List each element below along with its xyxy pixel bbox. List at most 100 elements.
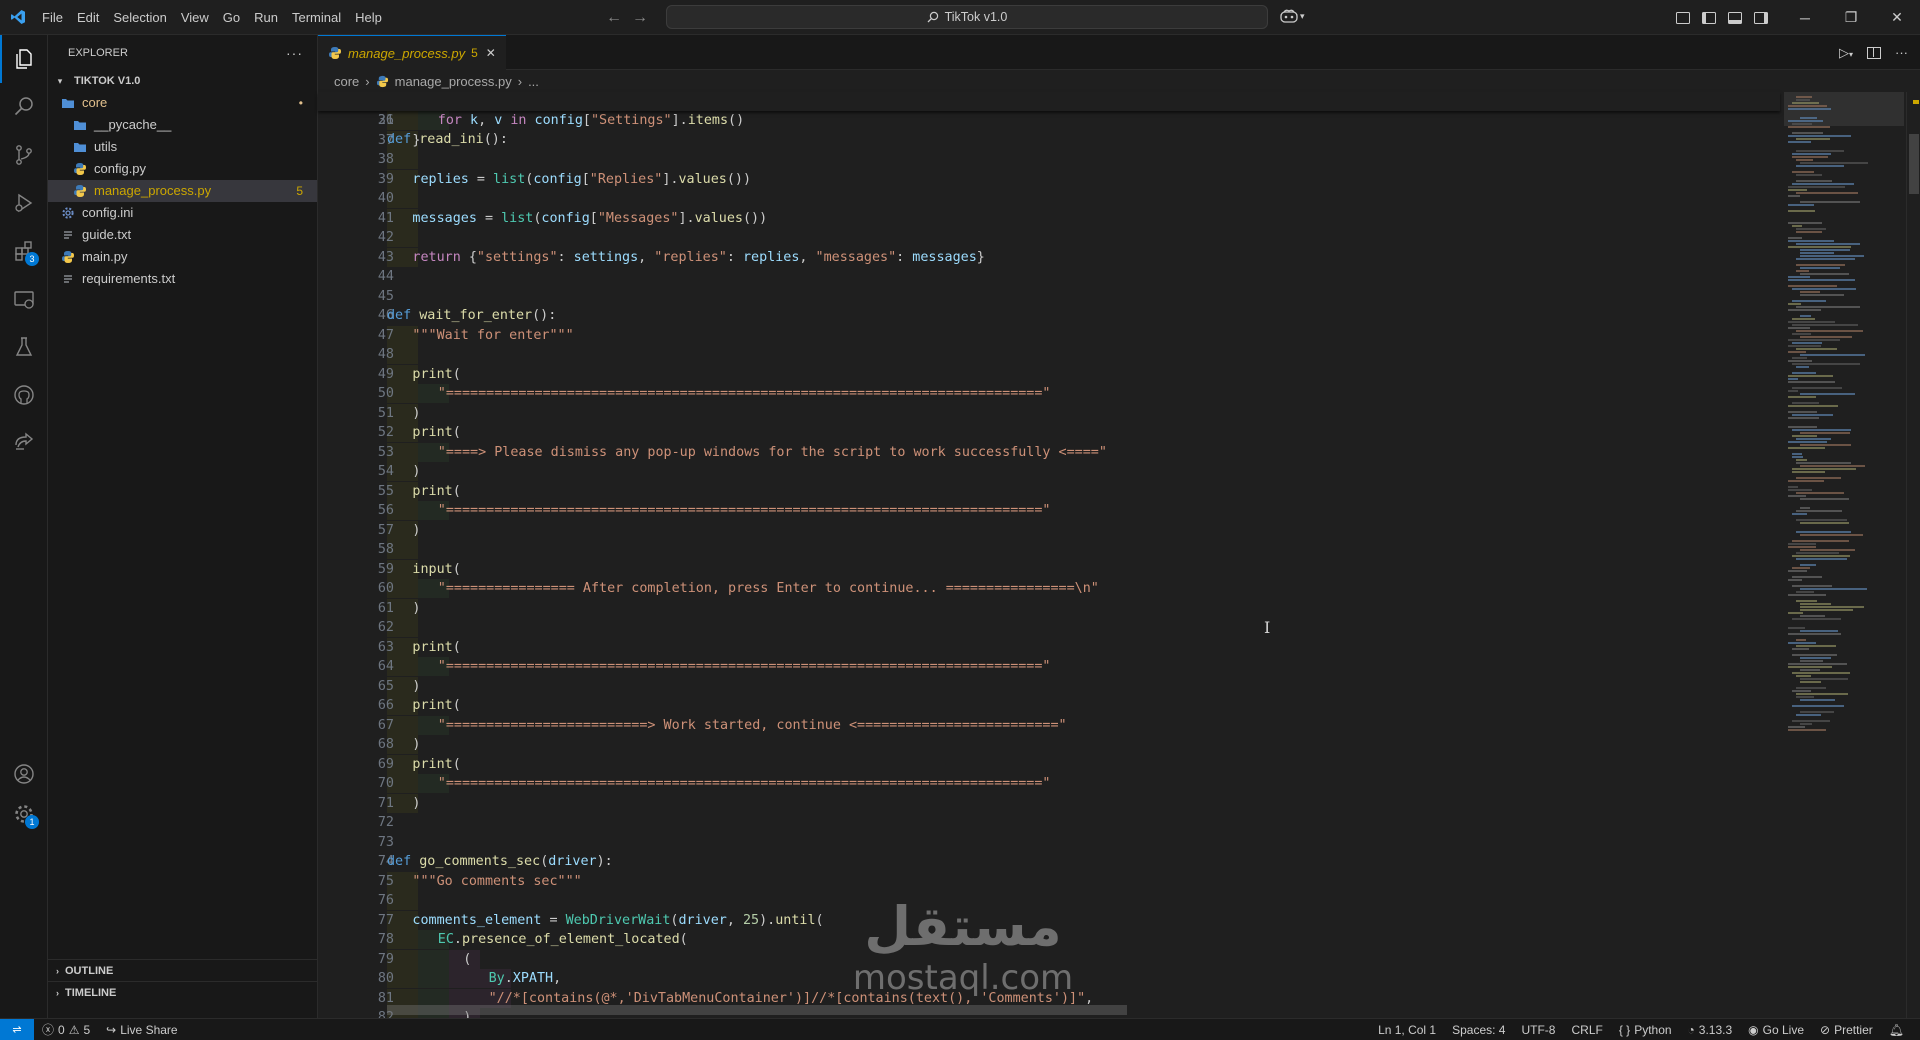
activity-run-debug[interactable] xyxy=(0,179,48,227)
back-arrow-icon[interactable]: ← xyxy=(606,9,622,27)
code-text: """Wait for enter""" xyxy=(412,327,574,343)
menu-go[interactable]: Go xyxy=(216,0,247,35)
python-file-icon xyxy=(376,75,388,87)
editor-actions: ▷▾ ··· xyxy=(1839,35,1908,70)
code-text: """Go comments sec""" xyxy=(412,873,582,889)
minimap-line xyxy=(1792,576,1822,578)
minimap-line xyxy=(1788,642,1816,644)
minimap-line xyxy=(1792,225,1802,227)
activity-remote-explorer[interactable] xyxy=(0,275,48,323)
code-text: return {"settings": settings, "replies":… xyxy=(412,249,985,265)
code-line: 37} xyxy=(318,130,1780,150)
activity-testing[interactable] xyxy=(0,323,48,371)
live-share-icon: ↪ xyxy=(106,1022,117,1037)
menu-run[interactable]: Run xyxy=(247,0,285,35)
close-tab-icon[interactable]: ✕ xyxy=(486,46,496,60)
activity-live-share[interactable] xyxy=(0,419,48,467)
search-icon xyxy=(927,11,938,23)
minimize-icon[interactable]: ─ xyxy=(1782,0,1828,35)
activity-search[interactable] xyxy=(0,83,48,131)
menu-view[interactable]: View xyxy=(174,0,216,35)
code-line: 39 replies = list(config["Replies"].value… xyxy=(318,169,1780,189)
code-text: "=========================> Work started… xyxy=(437,717,1067,733)
code-text: for k, v in config["Settings"].items() xyxy=(437,113,745,128)
vertical-scrollbar[interactable] xyxy=(1906,92,1920,1018)
copilot-button[interactable]: ▾ xyxy=(1280,9,1305,23)
menu-selection[interactable]: Selection xyxy=(106,0,173,35)
breadcrumb-symbol[interactable]: ... xyxy=(528,74,539,89)
tree-file[interactable]: main.py xyxy=(48,246,317,268)
more-actions-icon[interactable]: ··· xyxy=(286,45,303,61)
activity-manage[interactable]: 1 xyxy=(0,790,48,838)
menu-help[interactable]: Help xyxy=(348,0,389,35)
menu-file[interactable]: File xyxy=(35,0,70,35)
split-editor-icon[interactable] xyxy=(1867,46,1881,59)
minimap-line xyxy=(1792,672,1850,674)
cursor-position[interactable]: Ln 1, Col 1 xyxy=(1370,1019,1444,1040)
close-icon[interactable]: ✕ xyxy=(1874,0,1920,35)
outline-section[interactable]: › OUTLINE xyxy=(48,959,318,981)
activity-explorer[interactable] xyxy=(0,35,48,83)
code-text: "=======================================… xyxy=(437,659,1051,674)
notifications-bell-icon[interactable]: 🔔︎ xyxy=(1881,1019,1912,1040)
minimap-line xyxy=(1796,192,1858,194)
tab-manage-process[interactable]: manage_process.py 5 ✕ xyxy=(318,35,506,70)
tree-file[interactable]: requirements.txt xyxy=(48,268,317,290)
more-actions-icon[interactable]: ··· xyxy=(1895,45,1908,60)
toggle-primary-sidebar-icon[interactable] xyxy=(1702,11,1716,24)
python-interpreter[interactable]: ◔ 3.13.3 xyxy=(1680,1019,1741,1040)
menu-edit[interactable]: Edit xyxy=(70,0,106,35)
run-python-file-icon[interactable]: ▷▾ xyxy=(1839,45,1853,61)
activity-github[interactable] xyxy=(0,371,48,419)
project-folder-header[interactable]: ▾ TIKTOK V1.0 xyxy=(48,70,317,92)
go-live-button[interactable]: ◉ Go Live xyxy=(1740,1019,1812,1040)
github-icon xyxy=(14,385,34,405)
minimap-line xyxy=(1788,543,1816,545)
tree-item-label: guide.txt xyxy=(82,227,132,242)
restore-icon[interactable]: ❐ xyxy=(1828,0,1874,35)
minimap-line xyxy=(1800,201,1860,203)
forward-arrow-icon[interactable]: → xyxy=(632,9,648,27)
tree-file[interactable]: config.py xyxy=(48,158,317,180)
minimap-line xyxy=(1800,252,1834,254)
menu-terminal[interactable]: Terminal xyxy=(285,0,348,35)
breadcrumb-folder[interactable]: core xyxy=(334,74,359,89)
minimap-line xyxy=(1796,138,1830,140)
minimap-line xyxy=(1788,375,1833,377)
customize-layout-icon[interactable] xyxy=(1676,11,1690,24)
chevron-right-icon: › xyxy=(56,987,59,998)
sticky-scroll-header[interactable]: 21 def read_ini(): xyxy=(318,92,1780,147)
code-text: ) xyxy=(412,600,421,616)
tree-file[interactable]: config.ini xyxy=(48,202,317,224)
command-center-search[interactable]: TikTok v1.0 xyxy=(666,5,1268,29)
tree-file[interactable]: guide.txt xyxy=(48,224,317,246)
tree-file[interactable]: manage_process.py 5 xyxy=(48,180,317,202)
prettier-status[interactable]: ⊘ Prettier xyxy=(1812,1019,1881,1040)
folder-icon xyxy=(60,95,76,111)
toggle-secondary-sidebar-icon[interactable] xyxy=(1754,11,1768,24)
problems-indicator[interactable]: ⓧ 0 ⚠ 5 xyxy=(34,1019,98,1040)
line-number: 70 xyxy=(377,776,394,791)
tree-item-label: __pycache__ xyxy=(94,117,172,132)
breadcrumb-file[interactable]: manage_process.py xyxy=(395,74,512,89)
timeline-section[interactable]: › TIMELINE xyxy=(48,981,318,1003)
minimap-line xyxy=(1800,393,1855,395)
encoding[interactable]: UTF-8 xyxy=(1513,1019,1563,1040)
scrollbar-thumb[interactable] xyxy=(1909,134,1919,194)
minimap-line xyxy=(1788,279,1855,281)
minimap[interactable] xyxy=(1784,92,1904,1018)
remote-indicator[interactable]: ⇌ xyxy=(0,1018,34,1040)
toggle-panel-icon[interactable] xyxy=(1728,11,1742,24)
live-share-status[interactable]: ↪ Live Share xyxy=(98,1019,185,1040)
code-editor[interactable]: 36 for k, v in config["Settings"].items()… xyxy=(318,92,1780,1018)
tree-folder[interactable]: core • xyxy=(48,92,317,114)
explorer-header: EXPLORER ··· xyxy=(48,35,317,70)
activity-extensions[interactable]: 3 xyxy=(0,227,48,275)
minimap-line xyxy=(1796,366,1809,368)
tree-folder[interactable]: utils xyxy=(48,136,317,158)
language-mode[interactable]: { } Python xyxy=(1611,1019,1680,1040)
indentation[interactable]: Spaces: 4 xyxy=(1444,1019,1513,1040)
activity-source-control[interactable] xyxy=(0,131,48,179)
tree-folder[interactable]: __pycache__ xyxy=(48,114,317,136)
end-of-line[interactable]: CRLF xyxy=(1563,1019,1610,1040)
